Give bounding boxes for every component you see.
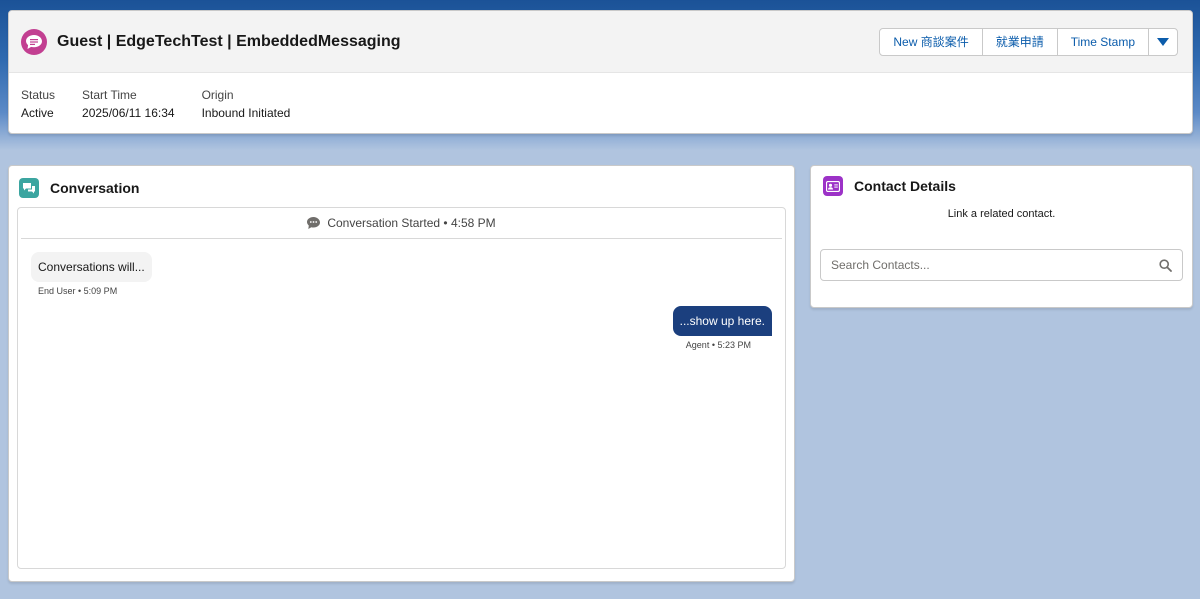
contact-details-card: Contact Details Link a related contact.	[810, 165, 1193, 308]
field-value: Inbound Initiated	[201, 106, 291, 120]
conversation-icon	[19, 178, 39, 198]
contact-icon	[823, 176, 843, 196]
inbound-message: Conversations will...	[31, 252, 152, 282]
conversation-transcript[interactable]: Conversation Started • 4:58 PM Conversat…	[17, 207, 786, 569]
start-time-field: Start Time 2025/06/11 16:34	[82, 88, 175, 120]
search-contacts-input[interactable]	[831, 258, 1159, 272]
field-label: Origin	[201, 88, 234, 102]
chevron-down-icon	[1157, 37, 1169, 46]
conversation-started-label: Conversation Started • 4:58 PM	[327, 216, 496, 230]
contact-card-header: Contact Details	[811, 166, 1192, 206]
status-field: Status Active	[21, 88, 55, 120]
new-opportunity-button[interactable]: New 商談案件	[880, 28, 982, 55]
link-contact-hint: Link a related contact.	[947, 208, 1056, 220]
outbound-message-meta: Agent • 5:23 PM	[685, 340, 751, 350]
more-actions-button[interactable]	[1148, 28, 1177, 55]
field-value: 2025/06/11 16:34	[82, 106, 175, 120]
record-header: Guest | EdgeTechTest | EmbeddedMessaging…	[8, 10, 1193, 134]
card-title: Contact Details	[854, 178, 956, 194]
search-icon[interactable]	[1159, 258, 1172, 272]
field-value: Active	[21, 106, 54, 120]
time-stamp-button[interactable]: Time Stamp	[1056, 28, 1148, 55]
conversation-card: Conversation Conversation Started • 4:58…	[8, 165, 795, 582]
conversation-card-header: Conversation	[9, 166, 794, 210]
origin-field: Origin Inbound Initiated	[202, 88, 291, 120]
highlights-panel: Status Active Start Time 2025/06/11 16:3…	[9, 73, 1192, 120]
card-title: Conversation	[50, 180, 140, 196]
employment-request-button[interactable]: 就業申請	[981, 28, 1057, 55]
messaging-icon	[21, 28, 47, 55]
field-label: Status	[21, 88, 56, 102]
action-button-group: New 商談案件 就業申請 Time Stamp	[879, 27, 1178, 56]
chat-bubble-icon	[307, 217, 321, 229]
page-title: Guest | EdgeTechTest | EmbeddedMessaging	[57, 32, 401, 50]
contact-search	[820, 249, 1183, 281]
outbound-message: ...show up here.	[672, 306, 772, 336]
conversation-started-banner: Conversation Started • 4:58 PM	[21, 208, 782, 239]
record-header-bar: Guest | EdgeTechTest | EmbeddedMessaging…	[9, 11, 1192, 73]
inbound-message-meta: End User • 5:09 PM	[38, 286, 118, 296]
field-label: Start Time	[82, 88, 137, 102]
